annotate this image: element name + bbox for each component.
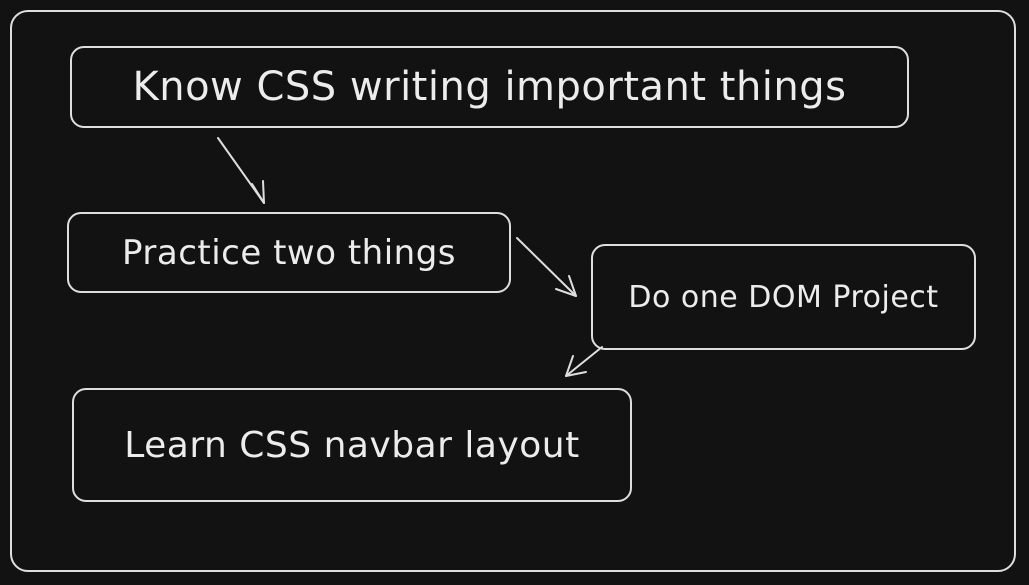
diagram-canvas: Know CSS writing important things Practi…: [0, 0, 1029, 585]
node-dom-project[interactable]: Do one DOM Project: [591, 244, 976, 350]
node-label: Learn CSS navbar layout: [124, 424, 580, 466]
node-label: Do one DOM Project: [628, 279, 939, 315]
node-label: Practice two things: [121, 232, 457, 273]
node-know-css[interactable]: Know CSS writing important things: [70, 46, 909, 128]
node-practice-two-things[interactable]: Practice two things: [67, 212, 511, 293]
node-label: Know CSS writing important things: [132, 64, 847, 110]
node-css-navbar[interactable]: Learn CSS navbar layout: [72, 388, 632, 502]
